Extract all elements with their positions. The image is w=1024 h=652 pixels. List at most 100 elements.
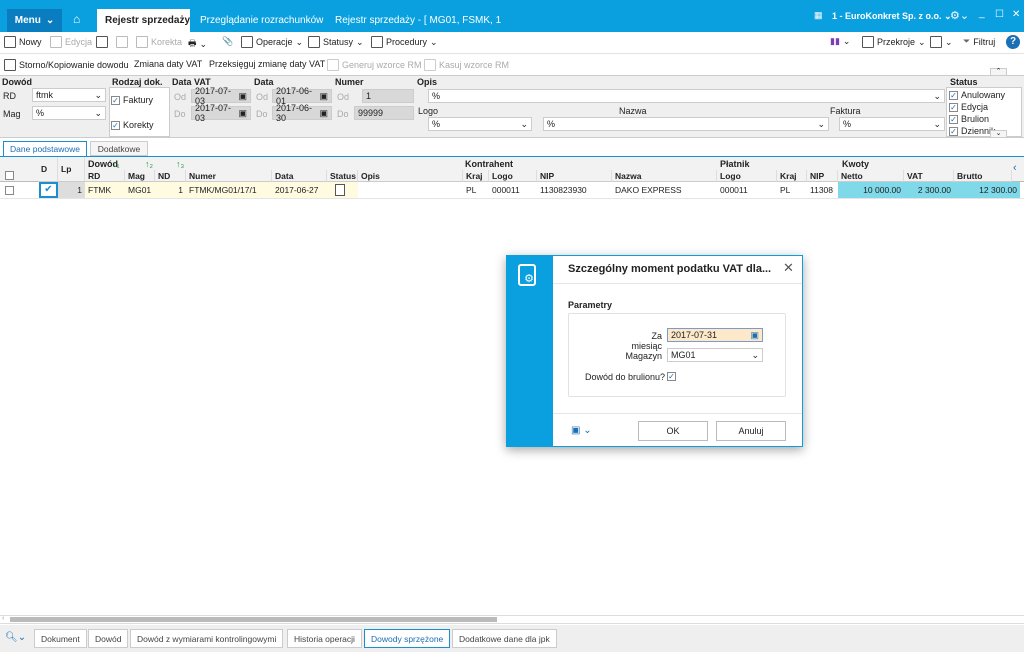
column-header-kraj[interactable]: Kraj	[463, 170, 489, 182]
edit-button[interactable]: Edycja	[50, 36, 92, 48]
column-header-brutto[interactable]: Brutto	[954, 170, 1012, 182]
statuses-button[interactable]: Statusy ⌄	[308, 36, 364, 48]
data-od-input[interactable]: 2017-06-01 ▣	[272, 86, 332, 106]
data-do-input[interactable]: 2017-06-30 ▣	[272, 103, 332, 123]
close-icon[interactable]: ✕	[1012, 9, 1020, 20]
warning-settings-button[interactable]: ⌄	[930, 36, 953, 48]
faktury-checkbox[interactable]: ✓ Faktury	[111, 95, 153, 105]
chart-button[interactable]: ▮▮ ⌄	[830, 36, 850, 47]
maximize-icon[interactable]: ☐	[995, 9, 1004, 20]
nazwa-select[interactable]: % ⌄	[543, 117, 829, 131]
column-header-logo[interactable]: Logo	[489, 170, 537, 182]
tab-dowod[interactable]: Dowód	[88, 629, 129, 648]
filter-button[interactable]: ⏷ Filtruj	[963, 36, 995, 47]
company-selector[interactable]: 1 - EuroKonkret Sp. z o.o. ⌄	[832, 11, 952, 22]
tab-dane-podstawowe[interactable]: Dane podstawowe	[3, 141, 87, 156]
column-header-platnik-kraj[interactable]: Kraj	[777, 170, 807, 182]
preview-button[interactable]	[96, 36, 108, 48]
ok-button[interactable]: OK	[638, 421, 708, 441]
tab-rejestr-sprzedazy-mg01[interactable]: Rejestr sprzedaży - [ MG01, FSMK, 1	[327, 9, 509, 32]
column-header-platnik-logo[interactable]: Logo	[717, 170, 777, 182]
minimize-icon[interactable]: _	[979, 8, 985, 19]
przeksieguj-button[interactable]: Przeksięguj zmianę daty VAT	[209, 59, 325, 69]
tab-historia[interactable]: Historia operacji	[287, 629, 362, 648]
sort-3-icon[interactable]: ↑₃	[176, 159, 184, 169]
opis-select[interactable]: % ⌄	[428, 89, 945, 103]
apps-icon[interactable]: ▦	[814, 10, 823, 21]
column-header-netto[interactable]: Netto	[838, 170, 904, 182]
numer-do-input[interactable]: 99999	[354, 106, 414, 120]
data-vat-do-input[interactable]: 2017-07-03 ▣	[191, 103, 251, 123]
status-brulion[interactable]: ✓ Brulion	[949, 113, 1019, 125]
tab-dokument[interactable]: Dokument	[34, 629, 87, 648]
calendar-icon[interactable]: ▣	[319, 91, 328, 102]
za-miesiac-input[interactable]: 2017-07-31 ▣	[667, 328, 763, 342]
column-header-opis[interactable]: Opis	[358, 170, 463, 182]
column-header-vat[interactable]: VAT	[904, 170, 954, 182]
zmiana-daty-vat-button[interactable]: Zmiana daty VAT	[134, 59, 202, 69]
scrollbar-thumb[interactable]	[10, 617, 497, 622]
dialog-close-icon[interactable]: ✕	[783, 260, 794, 276]
tab-dodatkowe[interactable]: Dodatkowe	[90, 141, 148, 156]
new-button[interactable]: Nowy	[4, 36, 42, 48]
tab-dowod-wymiary[interactable]: Dowód z wymiarami kontrolingowymi	[130, 629, 284, 648]
status-dziennik[interactable]: ✓ Dziennik	[949, 125, 1019, 136]
print-button[interactable]: 🖶 ⌄	[188, 36, 207, 52]
column-header-mag[interactable]: Mag	[125, 170, 155, 182]
select-all-checkbox[interactable]	[5, 171, 14, 182]
faktura-select[interactable]: % ⌄	[839, 117, 945, 131]
calendar-icon[interactable]: ▣	[750, 330, 759, 341]
calendar-icon[interactable]: ▣	[238, 108, 247, 119]
sort-2-icon[interactable]: ↑₂	[145, 159, 153, 169]
menu-button[interactable]: Menu ⌄	[7, 9, 62, 32]
tab-jpk[interactable]: Dodatkowe dane dla jpk	[452, 629, 557, 648]
storno-button[interactable]: Storno/Kopiowanie dowodu	[4, 59, 129, 71]
column-header-status[interactable]: Status	[327, 170, 358, 182]
data-vat-od-input[interactable]: 2017-07-03 ▣	[191, 86, 251, 106]
tab-dowody-sprzezone[interactable]: Dowody sprzężone	[364, 629, 451, 648]
column-header-platnik-nip[interactable]: NIP	[807, 170, 838, 182]
row-d-checkbox[interactable]: ✔	[39, 182, 58, 198]
logo-select[interactable]: % ⌄	[428, 117, 532, 131]
generuj-wzorce-button[interactable]: Generuj wzorce RM	[327, 59, 422, 71]
column-header-nazwa[interactable]: Nazwa	[612, 170, 717, 182]
correction-button[interactable]: Korekta	[136, 36, 182, 48]
procedures-button[interactable]: Procedury ⌄	[371, 36, 438, 48]
rd-select[interactable]: ftmk ⌄	[32, 88, 106, 102]
delete-button[interactable]	[116, 36, 128, 48]
scroll-left-icon[interactable]: ‹	[2, 615, 4, 622]
status-scroll-down[interactable]: ⌄	[990, 130, 1007, 138]
status-list[interactable]: ✓ Anulowany ✓ Edycja ✓ Brulion ✓ Dziennik	[946, 87, 1022, 137]
column-header-rd[interactable]: RD	[85, 170, 125, 182]
column-header-numer[interactable]: Numer	[186, 170, 272, 182]
help-icon[interactable]: ?	[1006, 35, 1020, 49]
przekroje-button[interactable]: Przekroje ⌄	[862, 36, 926, 48]
column-header-lp[interactable]: Lp	[58, 157, 85, 182]
calendar-icon[interactable]: ▣	[238, 91, 247, 102]
mag-select[interactable]: % ⌄	[32, 106, 106, 120]
cancel-button[interactable]: Anuluj	[716, 421, 786, 441]
korekty-checkbox[interactable]: ✓ Korekty	[111, 120, 154, 130]
kasuj-wzorce-button[interactable]: Kasuj wzorce RM	[424, 59, 509, 71]
brulion-checkbox[interactable]: ✓	[667, 371, 676, 381]
column-header-nd[interactable]: ND	[155, 170, 186, 182]
dialog-settings-icon[interactable]: ▣ ⌄	[571, 425, 592, 436]
home-icon[interactable]: ⌂	[73, 12, 80, 26]
operations-button[interactable]: Operacje ⌄	[241, 36, 303, 48]
tab-przegladanie-rozrachunkow[interactable]: Przeglądanie rozrachunków	[192, 9, 331, 32]
calendar-icon[interactable]: ▣	[319, 108, 328, 119]
attachment-button[interactable]: 📎	[222, 36, 233, 47]
search-dropdown-icon[interactable]: 🔍︎⌄	[5, 632, 26, 643]
sort-1-icon[interactable]: ↑₁	[112, 159, 120, 169]
tab-rejestr-sprzedazy[interactable]: Rejestr sprzedaży	[97, 9, 190, 32]
column-header-nip[interactable]: NIP	[537, 170, 612, 182]
chevron-left-icon[interactable]: ‹	[1013, 162, 1017, 174]
magazyn-select[interactable]: MG01 ⌄	[667, 348, 763, 362]
column-header-data[interactable]: Data	[272, 170, 327, 182]
gear-icon[interactable]: ⚙⌄	[950, 9, 969, 22]
status-edycja[interactable]: ✓ Edycja	[949, 101, 1019, 113]
status-anulowany[interactable]: ✓ Anulowany	[949, 89, 1019, 101]
row-checkbox[interactable]	[5, 186, 14, 197]
column-header-d[interactable]: D	[38, 157, 58, 182]
numer-od-input[interactable]: 1	[362, 89, 414, 103]
